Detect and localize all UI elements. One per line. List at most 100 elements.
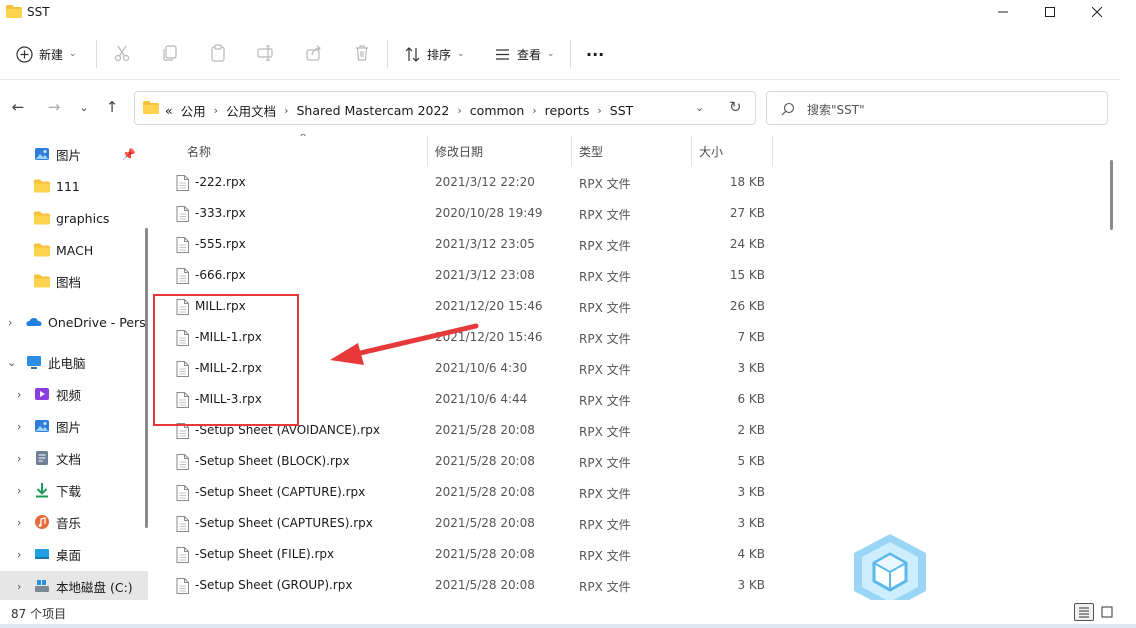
file-type: RPX 文件 [579, 239, 631, 253]
desktop-icon [35, 549, 49, 559]
cut-icon[interactable] [113, 44, 131, 62]
sidebar-item-mach[interactable]: MACH [0, 235, 148, 265]
file-row[interactable]: -Setup Sheet (CAPTURE).rpx 2021/5/28 20:0… [153, 477, 1120, 508]
chevron-right-icon[interactable]: › [17, 388, 21, 401]
sidebar-item-label: 桌面 [56, 547, 82, 563]
breadcrumb-item[interactable]: reports [545, 103, 590, 118]
share-icon[interactable] [305, 44, 323, 62]
tiles-view-button[interactable] [1097, 603, 1117, 621]
minimize-button[interactable] [980, 0, 1026, 24]
chevron-right-icon[interactable]: › [8, 316, 12, 329]
breadcrumb-item[interactable]: SST [610, 103, 634, 118]
search-box[interactable]: 搜索"SST" [766, 91, 1108, 125]
sort-button[interactable]: 排序 ⌄ [404, 40, 465, 68]
file-name: -Setup Sheet (BLOCK).rpx [195, 454, 350, 468]
chevron-right-icon[interactable]: › [17, 548, 21, 561]
chevron-right-icon[interactable]: › [17, 580, 21, 593]
sidebar-item-local-disk-c[interactable]: › 本地磁盘 (C:) [0, 571, 148, 600]
navigation-bar: ← → ⌄ ↑ « 公用 › 公用文档 › Shared Mastercam 2… [0, 80, 1120, 134]
sidebar-item-label: 图片 [56, 419, 82, 435]
file-type: RPX 文件 [579, 394, 631, 408]
sidebar-item-documents[interactable]: › 文档 [0, 443, 148, 473]
file-row[interactable]: -666.rpx 2021/3/12 23:08 RPX 文件 15 KB [153, 260, 1120, 291]
column-divider[interactable] [571, 136, 572, 166]
chevron-right-icon[interactable]: › [457, 104, 461, 117]
sidebar-item-pictures[interactable]: › 图片 [0, 411, 148, 441]
breadcrumb-item[interactable]: 公用文档 [226, 101, 276, 120]
sidebar-item-111[interactable]: 111 [0, 171, 148, 201]
chevron-down-icon[interactable]: ⌄ [695, 101, 704, 114]
file-size: 24 KB [729, 237, 765, 251]
file-row[interactable]: -Setup Sheet (FILE).rpx 2021/5/28 20:08 RP… [153, 539, 1120, 570]
close-icon [1092, 7, 1102, 17]
sidebar-item-onedrive[interactable]: › OneDrive - Pers [0, 307, 148, 337]
file-date: 2021/5/28 20:08 [435, 485, 535, 499]
chevron-right-icon[interactable]: › [597, 104, 601, 117]
sidebar-item-label: 图档 [56, 274, 82, 290]
more-options-button[interactable]: ··· [586, 40, 604, 68]
file-list-scrollbar[interactable] [1110, 160, 1113, 230]
breadcrumb-item[interactable]: common [470, 103, 524, 118]
chevron-right-icon[interactable]: › [17, 452, 21, 465]
sidebar-item-label: 图片 [56, 147, 82, 163]
breadcrumb-overflow[interactable]: « [165, 103, 173, 118]
sidebar-item-this-pc[interactable]: ⌄ 此电脑 [0, 347, 148, 377]
file-row[interactable]: -333.rpx 2020/10/28 19:49 RPX 文件 27 KB [153, 198, 1120, 229]
sidebar-item-graphics[interactable]: graphics [0, 203, 148, 233]
search-input[interactable]: 搜索"SST" [807, 101, 865, 118]
breadcrumb-item[interactable]: Shared Mastercam 2022 [297, 103, 450, 118]
file-type: RPX 文件 [579, 177, 631, 191]
file-size: 5 KB [737, 454, 765, 468]
forward-button[interactable]: → [42, 95, 66, 119]
sidebar-item-music[interactable]: › 音乐 [0, 507, 148, 537]
new-button[interactable]: 新建 ⌄ [16, 40, 77, 68]
file-name: -666.rpx [195, 268, 246, 282]
sidebar-item-videos[interactable]: › 视频 [0, 379, 148, 409]
delete-icon[interactable] [353, 44, 371, 62]
column-divider[interactable] [427, 136, 428, 166]
maximize-button[interactable] [1027, 0, 1073, 24]
sidebar-item-tudang[interactable]: 图档 [0, 266, 148, 296]
view-button[interactable]: 查看 ⌄ [494, 40, 555, 68]
paste-icon[interactable] [209, 44, 227, 62]
file-row[interactable]: -222.rpx 2021/3/12 22:20 RPX 文件 18 KB [153, 167, 1120, 198]
chevron-down-icon: ⌄ [79, 100, 89, 114]
chevron-down-icon: ⌄ [69, 49, 77, 59]
file-row[interactable]: -Setup Sheet (CAPTURES).rpx 2021/5/28 20:… [153, 508, 1120, 539]
chevron-right-icon[interactable]: › [17, 420, 21, 433]
back-button[interactable]: ← [6, 95, 30, 119]
chevron-right-icon[interactable]: › [214, 104, 218, 117]
copy-icon[interactable] [161, 44, 179, 62]
refresh-icon[interactable]: ↻ [729, 98, 742, 116]
file-row[interactable]: -Setup Sheet (BLOCK).rpx 2021/5/28 20:08 R… [153, 446, 1120, 477]
pin-icon[interactable]: 📌 [122, 148, 136, 161]
file-row[interactable]: -555.rpx 2021/3/12 23:05 RPX 文件 24 KB [153, 229, 1120, 260]
this-pc-icon [27, 356, 41, 369]
chevron-right-icon[interactable]: › [17, 516, 21, 529]
chevron-right-icon[interactable]: › [284, 104, 288, 117]
chevron-right-icon[interactable]: › [17, 484, 21, 497]
breadcrumb-item[interactable]: 公用 [181, 101, 206, 120]
sidebar-item-downloads[interactable]: › 下载 [0, 475, 148, 505]
sidebar-item-pictures-quick[interactable]: 图片 📌 [0, 139, 148, 169]
column-header-date[interactable]: 修改日期 [435, 143, 483, 160]
recent-locations-button[interactable]: ⌄ [72, 95, 96, 119]
chevron-right-icon[interactable]: › [532, 104, 536, 117]
column-divider[interactable] [691, 136, 692, 166]
column-header-name[interactable]: 名称 [187, 143, 211, 160]
chevron-down-icon[interactable]: ⌄ [7, 356, 16, 369]
file-size: 18 KB [729, 175, 765, 189]
column-header-type[interactable]: 类型 [579, 143, 603, 160]
column-divider[interactable] [772, 136, 773, 166]
view-label: 查看 [517, 47, 542, 62]
file-row[interactable]: -Setup Sheet (GROUP).rpx 2021/5/28 20:08 R… [153, 570, 1120, 600]
column-header-size[interactable]: 大小 [699, 143, 723, 160]
sidebar-scrollbar[interactable] [145, 228, 148, 528]
sidebar-item-desktop[interactable]: › 桌面 [0, 539, 148, 569]
address-bar[interactable]: « 公用 › 公用文档 › Shared Mastercam 2022 › co… [134, 91, 756, 125]
close-button[interactable] [1074, 0, 1120, 24]
up-button[interactable]: ↑ [100, 95, 124, 119]
maximize-icon [1045, 7, 1055, 17]
rename-icon[interactable] [257, 44, 275, 62]
details-view-button[interactable] [1074, 603, 1094, 621]
